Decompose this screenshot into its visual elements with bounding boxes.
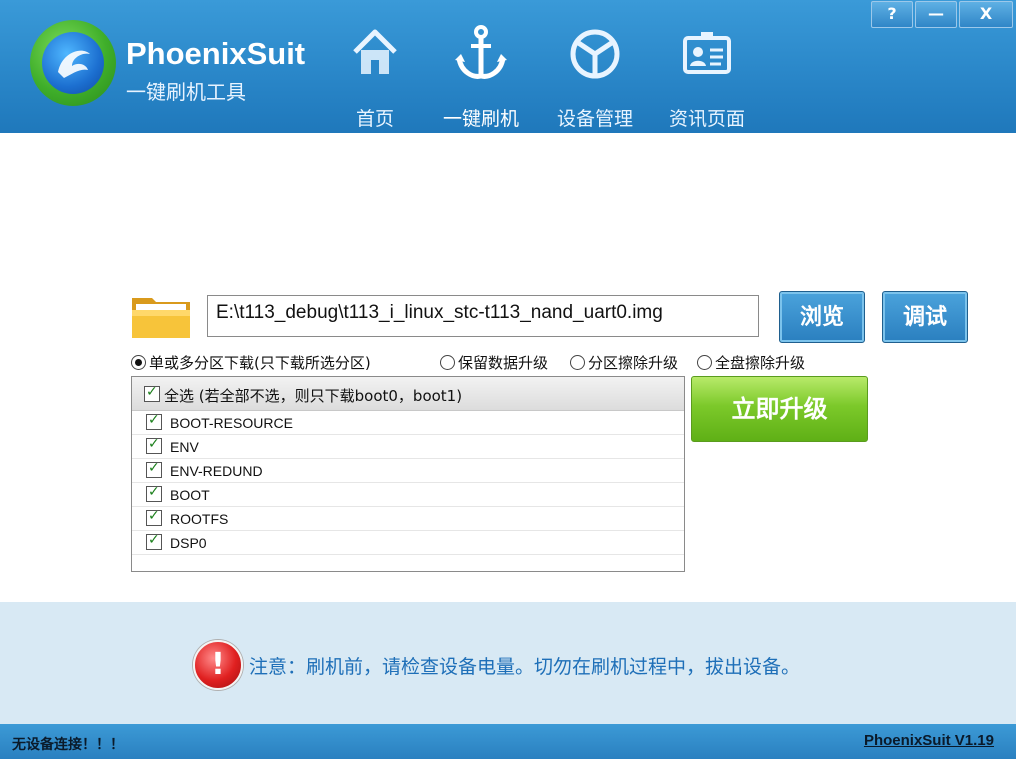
anchor-icon bbox=[451, 22, 511, 82]
status-bar: 无设备连接！！！ PhoenixSuit V1.19 bbox=[0, 724, 1016, 759]
minimize-button[interactable]: — bbox=[915, 1, 957, 28]
nav-device-label: 设备管理 bbox=[556, 108, 633, 130]
app-brand: PhoenixSuit bbox=[126, 36, 306, 71]
nav-home[interactable]: 首页 bbox=[319, 22, 431, 132]
mode-radio-partition-erase[interactable]: 分区擦除升级 bbox=[570, 352, 678, 373]
list-item[interactable]: BOOT-RESOURCE bbox=[132, 411, 684, 435]
mode-radio-keep-data[interactable]: 保留数据升级 bbox=[440, 352, 548, 373]
radio-indicator bbox=[440, 355, 455, 370]
partition-name: ENV bbox=[170, 439, 199, 455]
id-card-icon bbox=[677, 22, 737, 82]
partition-checkbox[interactable] bbox=[146, 412, 162, 430]
select-all-row[interactable]: 全选 (若全部不选，则只下载boot0，boot1) bbox=[132, 377, 684, 411]
mode-radio-full-erase[interactable]: 全盘擦除升级 bbox=[697, 352, 805, 373]
mode-label: 单或多分区下载(只下载所选分区) bbox=[149, 354, 371, 372]
partition-checkbox[interactable] bbox=[146, 508, 162, 526]
notice-text: 注意：刷机前，请检查设备电量。切勿在刷机过程中，拔出设备。 bbox=[249, 656, 801, 678]
partition-checkbox[interactable] bbox=[146, 484, 162, 502]
upgrade-now-button[interactable]: 立即升级 bbox=[691, 376, 868, 442]
partition-name: ROOTFS bbox=[170, 511, 229, 527]
version-link[interactable]: PhoenixSuit V1.19 bbox=[864, 732, 994, 749]
list-item[interactable]: DSP0 bbox=[132, 531, 684, 555]
device-status-text: 无设备连接！！！ bbox=[12, 737, 124, 753]
title-bar: PhoenixSuit 一键刷机工具 首页 一键刷机 设备管理 资讯页面 ? —… bbox=[0, 0, 1016, 133]
home-icon bbox=[345, 22, 405, 82]
list-item[interactable]: ENV-REDUND bbox=[132, 459, 684, 483]
firmware-path-input[interactable]: E:\t113_debug\t113_i_linux_stc-t113_nand… bbox=[207, 295, 759, 337]
partition-name: DSP0 bbox=[170, 535, 207, 551]
nav-flash-label: 一键刷机 bbox=[442, 108, 519, 130]
list-item[interactable]: ROOTFS bbox=[132, 507, 684, 531]
mode-label: 全盘擦除升级 bbox=[715, 354, 806, 372]
browse-button[interactable]: 浏览 bbox=[779, 291, 865, 343]
close-button[interactable]: X bbox=[959, 1, 1013, 28]
help-button[interactable]: ? bbox=[871, 1, 913, 28]
radio-indicator bbox=[697, 355, 712, 370]
select-all-checkbox[interactable] bbox=[144, 384, 160, 402]
radio-indicator bbox=[131, 355, 146, 370]
warning-icon: ! bbox=[193, 640, 243, 690]
list-item[interactable]: ENV bbox=[132, 435, 684, 459]
phoenix-logo-icon bbox=[30, 20, 116, 106]
partition-list: 全选 (若全部不选，则只下载boot0，boot1) BOOT-RESOURCE… bbox=[131, 376, 685, 572]
nav-one-click-flash[interactable]: 一键刷机 bbox=[425, 22, 537, 132]
partition-checkbox[interactable] bbox=[146, 532, 162, 550]
folder-icon[interactable] bbox=[130, 292, 192, 340]
mode-label: 保留数据升级 bbox=[458, 354, 549, 372]
mode-label: 分区擦除升级 bbox=[588, 354, 679, 372]
select-all-label: 全选 (若全部不选，则只下载boot0，boot1) bbox=[164, 387, 463, 405]
nav-news-label: 资讯页面 bbox=[668, 108, 745, 130]
partition-checkbox[interactable] bbox=[146, 436, 162, 454]
radio-indicator bbox=[570, 355, 585, 370]
cube-icon bbox=[565, 22, 625, 82]
nav-news[interactable]: 资讯页面 bbox=[651, 22, 763, 132]
list-item[interactable]: BOOT bbox=[132, 483, 684, 507]
nav-device-management[interactable]: 设备管理 bbox=[539, 22, 651, 132]
partition-name: ENV-REDUND bbox=[170, 463, 263, 479]
mode-radio-partition-download[interactable]: 单或多分区下载(只下载所选分区) bbox=[131, 352, 371, 373]
partition-checkbox[interactable] bbox=[146, 460, 162, 478]
partition-name: BOOT-RESOURCE bbox=[170, 415, 293, 431]
partition-name: BOOT bbox=[170, 487, 210, 503]
debug-button[interactable]: 调试 bbox=[882, 291, 968, 343]
app-subtitle: 一键刷机工具 bbox=[126, 80, 246, 104]
nav-home-label: 首页 bbox=[355, 108, 394, 130]
